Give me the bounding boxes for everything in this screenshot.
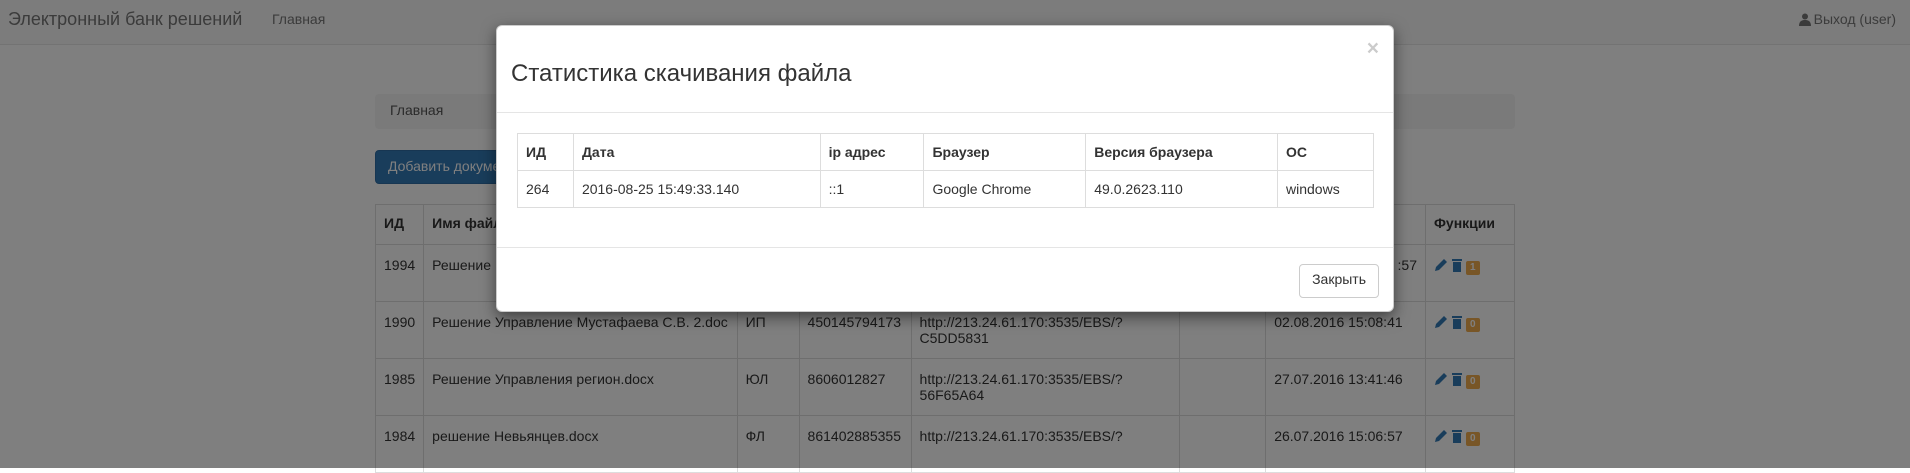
stats-cell-ip: ::1 <box>819 170 925 208</box>
stats-header-ip: ip адрес <box>819 133 925 171</box>
stats-cell-id: 264 <box>517 170 574 208</box>
stats-cell-os: windows <box>1277 170 1374 208</box>
stats-cell-date: 2016-08-25 15:49:33.140 <box>572 170 821 208</box>
modal-title: Статистика скачивания файла <box>511 60 852 87</box>
close-button[interactable]: Закрыть <box>1299 264 1379 298</box>
modal-close-icon[interactable]: × <box>1367 38 1379 59</box>
stats-cell-browser: Google Chrome <box>923 170 1087 208</box>
stats-header-id: ИД <box>517 133 574 171</box>
stats-row: 264 2016-08-25 15:49:33.140 ::1 Google C… <box>517 170 1374 208</box>
download-stats-table: ИД Дата ip адрес Браузер Версия браузера… <box>517 133 1374 208</box>
stats-cell-version: 49.0.2623.110 <box>1085 170 1279 208</box>
stats-header-os: ОС <box>1277 133 1374 171</box>
download-stats-modal: × Статистика скачивания файла ИД Дата ip… <box>496 25 1394 312</box>
stats-header-browser: Браузер <box>923 133 1087 171</box>
stats-header-date: Дата <box>572 133 821 171</box>
modal-header-divider <box>497 112 1393 113</box>
stats-header-version: Версия браузера <box>1085 133 1279 171</box>
stats-header-row: ИД Дата ip адрес Браузер Версия браузера… <box>517 133 1374 171</box>
modal-footer-divider <box>497 247 1393 248</box>
